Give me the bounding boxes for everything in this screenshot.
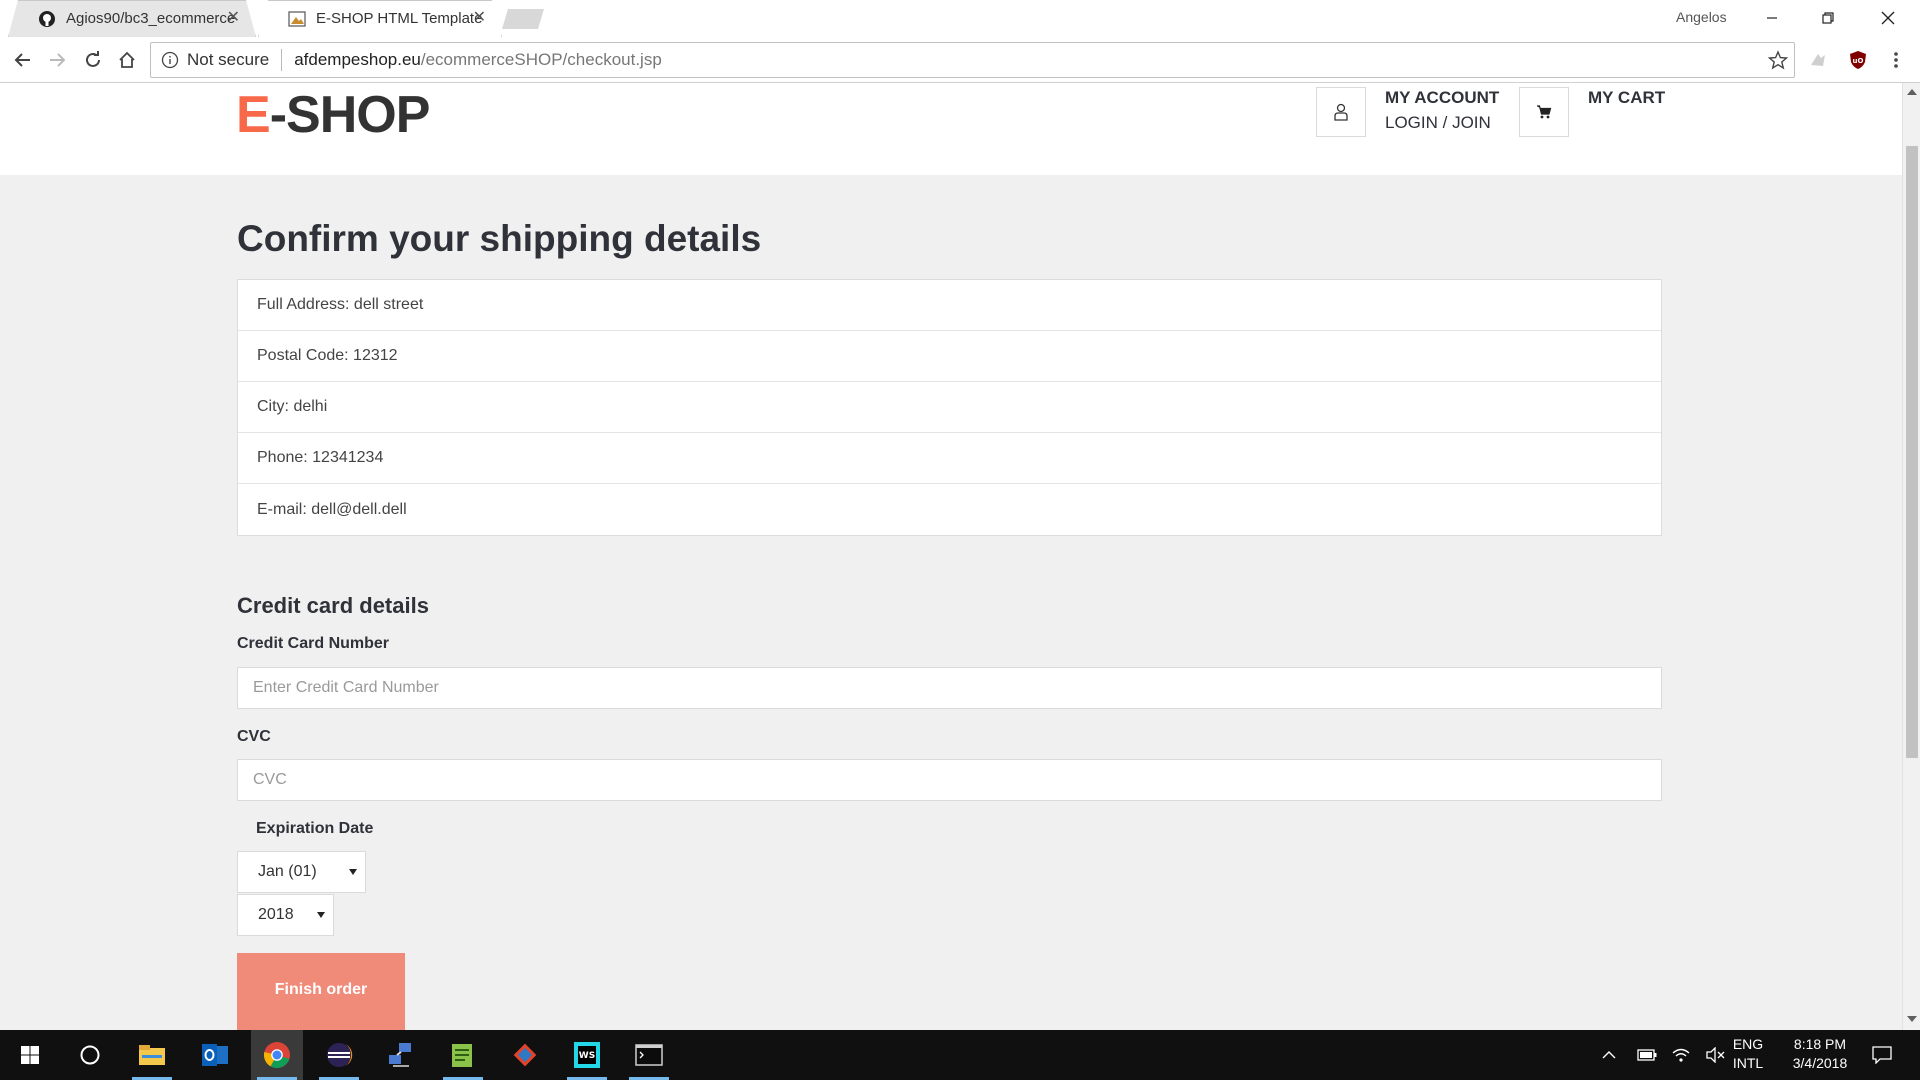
page-viewport: E-SHOP MY ACCOUNT LOGIN / JOIN MY CART C… (0, 83, 1902, 1030)
restore-icon[interactable] (1808, 4, 1848, 32)
expiration-year-select[interactable]: 2018 (237, 894, 334, 936)
card-number-label: Credit Card Number (237, 635, 390, 652)
my-account-title[interactable]: MY ACCOUNT (1385, 88, 1499, 108)
page-title: Confirm your shipping details (237, 218, 762, 259)
scroll-down-icon[interactable] (1907, 1016, 1917, 1022)
tab-title: Agios90/bc3_ecommerce (66, 10, 236, 27)
github-icon (38, 10, 56, 28)
close-tab-icon[interactable]: ✕ (473, 9, 486, 27)
chevron-down-icon (349, 869, 357, 875)
eclipse-icon[interactable] (313, 1030, 365, 1080)
chevron-down-icon (317, 912, 325, 918)
network-app-icon[interactable] (375, 1030, 427, 1080)
language-line-1: ENG (1732, 1036, 1764, 1052)
extension-icon[interactable] (1806, 48, 1830, 72)
svg-text:uO: uO (1853, 57, 1864, 65)
card-number-input[interactable] (237, 667, 1662, 709)
window-user-label: Angelos (1676, 9, 1727, 25)
detail-city: City: delhi (238, 382, 1661, 433)
shipping-details-list: Full Address: dell street Postal Code: 1… (237, 279, 1662, 536)
cvc-input[interactable] (237, 759, 1662, 801)
close-window-icon[interactable] (1868, 4, 1908, 32)
battery-icon[interactable] (1632, 1030, 1662, 1080)
cortana-search-icon[interactable] (64, 1030, 116, 1080)
forward-icon[interactable] (42, 46, 72, 74)
address-divider (281, 49, 283, 71)
svg-text:WS: WS (579, 1051, 595, 1061)
notepad-icon[interactable] (437, 1030, 489, 1080)
reload-icon[interactable] (78, 46, 108, 74)
page-favicon-icon (288, 10, 306, 28)
clock[interactable]: 8:18 PM 3/4/2018 (1772, 1035, 1868, 1073)
browser-tab-github[interactable]: Agios90/bc3_ecommerce ✕ (8, 0, 256, 37)
chrome-menu-icon[interactable] (1884, 48, 1908, 72)
tab-title: E-SHOP HTML Template (316, 10, 483, 27)
clock-time: 8:18 PM (1793, 1036, 1847, 1052)
site-header: E-SHOP MY ACCOUNT LOGIN / JOIN MY CART (0, 83, 1902, 175)
expiration-date-label: Expiration Date (256, 820, 374, 837)
my-cart-title[interactable]: MY CART (1588, 88, 1665, 108)
address-bar[interactable]: Not secure afdempeshop.eu/ecommerceSHOP/… (150, 42, 1795, 78)
ublock-icon[interactable]: uO (1846, 48, 1870, 72)
expiration-month-select[interactable]: Jan (01) (237, 851, 366, 893)
windows-taskbar: WS ENG INTL 8:18 PM 3/4/2018 (0, 1030, 1920, 1080)
tray-chevron-up-icon[interactable] (1594, 1030, 1624, 1080)
cart-icon[interactable] (1519, 87, 1569, 137)
user-icon[interactable] (1316, 87, 1366, 137)
clock-date: 3/4/2018 (1792, 1055, 1848, 1071)
webstorm-icon[interactable]: WS (561, 1030, 613, 1080)
detail-email: E-mail: dell@dell.dell (257, 500, 407, 518)
detail-address: Full Address: dell street (238, 280, 1661, 331)
language-line-2: INTL (1732, 1055, 1764, 1071)
windows-start-icon[interactable] (4, 1030, 56, 1080)
minimize-icon[interactable] (1752, 4, 1792, 32)
detail-phone: Phone: 12341234 (238, 433, 1661, 484)
login-join-link[interactable]: LOGIN / JOIN (1385, 113, 1491, 133)
home-icon[interactable] (112, 46, 142, 74)
month-value: Jan (01) (258, 863, 317, 880)
url-path: /ecommerceSHOP/checkout.jsp (420, 50, 662, 69)
back-icon[interactable] (8, 46, 38, 74)
browser-tab-strip: Agios90/bc3_ecommerce ✕ E-SHOP HTML Temp… (0, 0, 1920, 37)
url-host: afdempeshop.eu (294, 50, 421, 69)
page-scrollbar[interactable] (1902, 83, 1920, 1030)
git-tool-icon[interactable] (499, 1030, 551, 1080)
finish-order-button[interactable]: Finish order (237, 953, 405, 1030)
wifi-icon[interactable] (1666, 1030, 1696, 1080)
chrome-icon[interactable] (251, 1030, 303, 1080)
bookmark-star-icon[interactable] (1767, 50, 1789, 75)
security-label: Not secure (187, 50, 270, 69)
detail-postal-code: Postal Code: 12312 (238, 331, 1661, 382)
browser-toolbar: Not secure afdempeshop.eu/ecommerceSHOP/… (0, 37, 1920, 83)
cvc-label: CVC (237, 728, 271, 745)
terminal-icon[interactable] (623, 1030, 675, 1080)
action-center-icon[interactable] (1862, 1030, 1902, 1080)
new-tab-button[interactable] (502, 9, 544, 29)
close-tab-icon[interactable]: ✕ (227, 9, 240, 27)
credit-card-section-title: Credit card details (237, 593, 429, 618)
scroll-up-icon[interactable] (1907, 89, 1917, 95)
input-language-indicator[interactable]: ENG INTL (1726, 1035, 1770, 1073)
info-icon[interactable] (161, 51, 179, 69)
eshop-logo[interactable]: E-SHOP (236, 85, 430, 145)
outlook-icon[interactable] (189, 1030, 241, 1080)
file-explorer-icon[interactable] (126, 1030, 178, 1080)
scrollbar-thumb[interactable] (1906, 146, 1918, 758)
browser-tab-eshop[interactable]: E-SHOP HTML Template ✕ (258, 0, 502, 37)
year-value: 2018 (258, 906, 294, 923)
